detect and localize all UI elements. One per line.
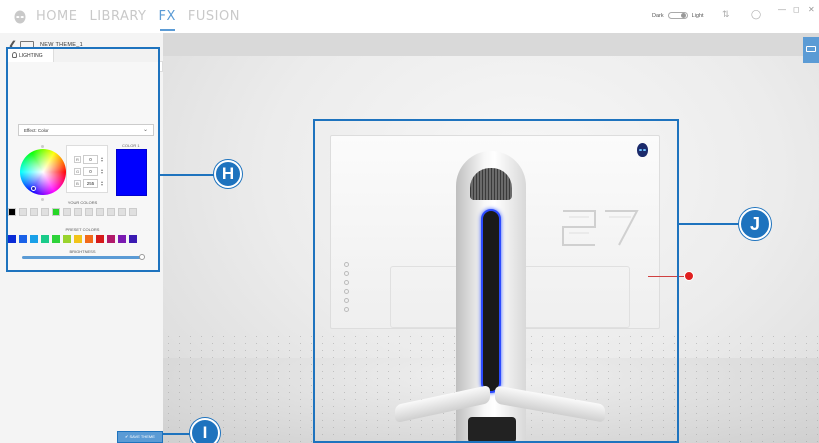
preset-color-swatch[interactable] [19,235,27,243]
your-colors-row [8,208,137,216]
preview-highlight-box [313,119,679,443]
blue-input-row: B 255 ▴ ▾ [74,179,108,188]
preset-color-swatch[interactable] [74,235,82,243]
your-color-swatch[interactable] [52,208,60,216]
light-label: Light [691,12,704,19]
tab-lighting[interactable]: LIGHTING [8,49,54,62]
preset-color-swatch[interactable] [41,235,49,243]
effect-label: Effect: Color [24,128,49,133]
your-color-swatch[interactable] [63,208,71,216]
close-icon[interactable]: ✕ [808,5,815,14]
color-wheel-marker[interactable] [31,186,36,191]
preset-color-swatch[interactable] [85,235,93,243]
red-input[interactable]: 0 [83,155,98,164]
preset-colors-label: PRESET COLORS [65,227,100,232]
minimize-icon[interactable]: — [778,5,786,14]
effect-dropdown[interactable]: Effect: Color ⌄ [18,124,154,136]
device-selector-button[interactable] [803,37,819,63]
your-color-swatch[interactable] [41,208,49,216]
your-color-swatch[interactable] [129,208,137,216]
green-key: G [74,168,81,175]
your-color-swatch[interactable] [85,208,93,216]
toggle-switch[interactable] [667,12,688,19]
nav-home[interactable]: HOME [36,8,77,26]
theme-mode-toggle[interactable]: Dark Light [652,12,704,19]
brightness-slider[interactable] [22,256,142,259]
preview-toolbar [163,33,819,56]
red-key: R [74,156,81,163]
preset-color-swatch[interactable] [129,235,137,243]
your-colors-label: YOUR COLORS [67,200,98,205]
title-bar: HOME LIBRARY FX FUSION Dark Light ⇅ ◯ — … [0,0,819,33]
settings-sliders-icon[interactable]: ⇅ [722,9,730,20]
toggle-knob [680,13,686,18]
callout-j: J [739,208,771,240]
brightness-label: BRIGHTNESS [69,249,96,254]
your-color-swatch[interactable] [19,208,27,216]
callout-i: I [190,418,220,443]
lighting-zone-hotspot[interactable] [684,271,694,281]
maximize-icon[interactable]: ◻ [793,5,800,14]
dark-label: Dark [652,12,664,19]
preset-color-swatch[interactable] [107,235,115,243]
monitor-icon [806,46,816,52]
save-theme-button[interactable]: ✔ SAVE THEME [117,431,163,443]
red-spinner-icon[interactable]: ▴ ▾ [101,156,103,163]
nav-library[interactable]: LIBRARY [89,8,146,26]
preset-colors-row [8,235,137,243]
callout-i-line [163,433,193,435]
brightness-slider-knob[interactable] [139,254,145,260]
green-spinner-icon[interactable]: ▴ ▾ [101,168,103,175]
tab-bar-fill [54,49,158,62]
color1-swatch[interactable] [116,149,147,196]
your-color-swatch[interactable] [74,208,82,216]
tab-lighting-label: LIGHTING [19,53,43,59]
wheel-handle-top[interactable] [41,145,44,148]
chevron-down-icon: ⌄ [142,127,148,133]
red-input-row: R 0 ▴ ▾ [74,155,108,164]
preset-color-swatch[interactable] [96,235,104,243]
blue-spinner-icon[interactable]: ▴ ▾ [101,180,103,187]
callout-h-line [160,174,217,176]
green-input[interactable]: 0 [83,167,98,176]
preset-color-swatch[interactable] [30,235,38,243]
device-preview [163,33,819,443]
callout-h: H [214,160,242,188]
blue-key: B [74,180,81,187]
callout-j-line [679,223,741,225]
preset-color-swatch[interactable] [8,235,16,243]
your-color-swatch[interactable] [8,208,16,216]
your-color-swatch[interactable] [107,208,115,216]
blue-input[interactable]: 255 [83,179,98,188]
green-input-row: G 0 ▴ ▾ [74,167,108,176]
your-color-swatch[interactable] [118,208,126,216]
help-icon[interactable]: ◯ [751,9,761,20]
main-nav: HOME LIBRARY FX FUSION [36,8,252,31]
nav-fusion[interactable]: FUSION [188,8,240,26]
your-color-swatch[interactable] [30,208,38,216]
color1-label: COLOR 1 [122,143,140,148]
bulb-icon [12,52,17,58]
preset-color-swatch[interactable] [63,235,71,243]
preset-color-swatch[interactable] [118,235,126,243]
nav-fx[interactable]: FX [159,8,176,31]
color-wheel[interactable] [20,149,66,195]
preset-color-swatch[interactable] [52,235,60,243]
your-color-swatch[interactable] [96,208,104,216]
alienware-logo-icon[interactable] [14,10,26,24]
